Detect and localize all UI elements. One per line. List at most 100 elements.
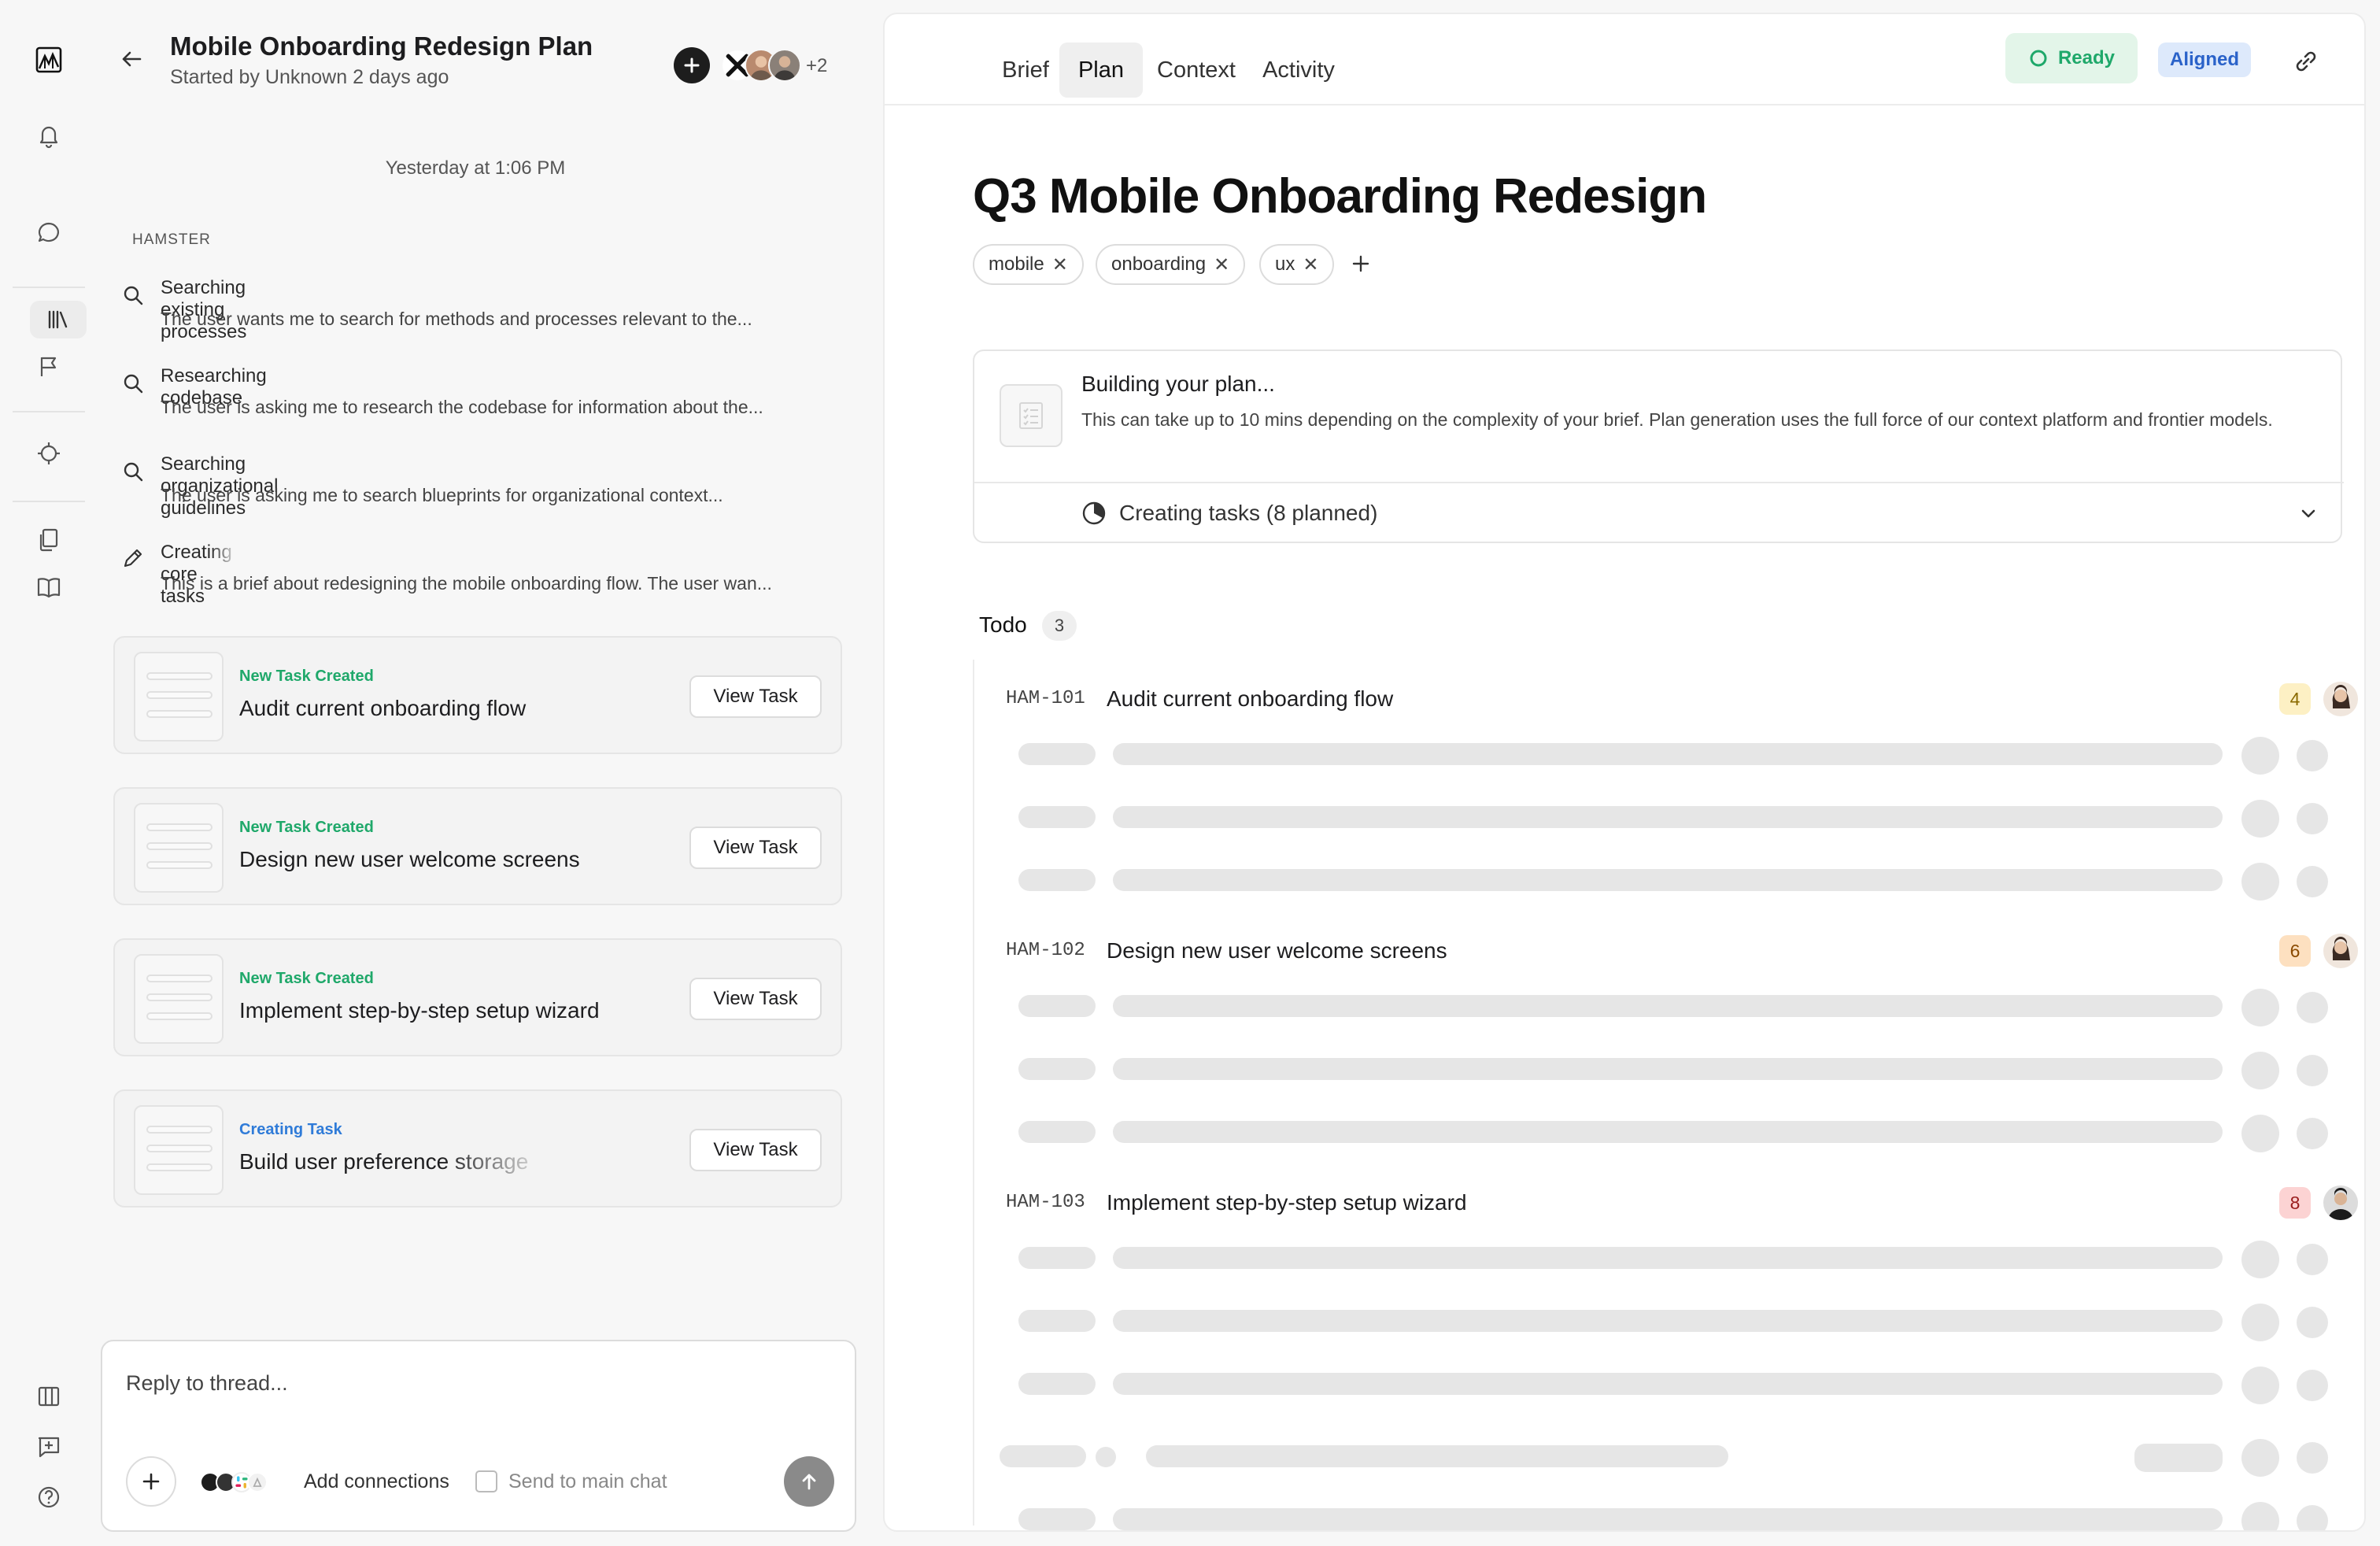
chevron-down-icon[interactable]: [2297, 502, 2320, 526]
remove-tag-icon[interactable]: ✕: [1303, 253, 1318, 276]
skeleton-line: [1113, 1058, 2223, 1080]
link-icon[interactable]: [2289, 44, 2323, 79]
task-row[interactable]: HAM-101 Audit current onboarding flow 4: [973, 660, 2358, 912]
view-task-button[interactable]: View Task: [689, 675, 822, 718]
task-thumbnail: [134, 1105, 224, 1195]
documents-icon[interactable]: [30, 521, 68, 559]
feedback-icon[interactable]: [30, 1428, 68, 1466]
skeleton-circle: [2241, 1367, 2279, 1404]
status-badge-ready[interactable]: Ready: [2005, 33, 2138, 83]
tag-chip[interactable]: onboarding ✕: [1096, 244, 1246, 285]
participants-stack[interactable]: [721, 47, 808, 83]
skeleton-circle: [2297, 1244, 2328, 1275]
skeleton-line: [1113, 1121, 2223, 1143]
skeleton-circle: [1096, 1447, 1116, 1467]
tab-activity[interactable]: Activity: [1250, 43, 1347, 98]
participants-more-count: +2: [806, 55, 828, 76]
drive-icon: [247, 1472, 268, 1492]
view-task-button[interactable]: View Task: [689, 1129, 822, 1171]
tag-label: mobile: [989, 253, 1044, 275]
step-description: The user is asking me to search blueprin…: [161, 485, 723, 505]
connection-icons[interactable]: [200, 1470, 294, 1494]
columns-icon[interactable]: [30, 1378, 68, 1415]
skeleton-circle: [2241, 737, 2279, 775]
tag-chip[interactable]: mobile ✕: [973, 244, 1084, 285]
skeleton-line: [1018, 743, 1096, 765]
add-connections-label[interactable]: Add connections: [304, 1470, 449, 1493]
task-thumbnail: [134, 652, 224, 742]
task-title: Build user preference storage: [239, 1149, 529, 1174]
tab-context[interactable]: Context: [1149, 43, 1244, 98]
skeleton-circle: [2241, 1052, 2279, 1089]
progress-pie-icon: [1081, 501, 1107, 526]
skeleton-circle: [2297, 1055, 2328, 1086]
task-status: New Task Created: [239, 668, 374, 685]
add-attachment-button[interactable]: [126, 1456, 176, 1507]
tag-chip[interactable]: ux ✕: [1259, 244, 1335, 285]
status-badge-aligned[interactable]: Aligned: [2158, 43, 2251, 77]
left-rail: [0, 0, 98, 1546]
task-row[interactable]: HAM-102 Design new user welcome screens …: [973, 912, 2358, 1163]
todo-count: 3: [1042, 611, 1077, 641]
task-thumbnail: [134, 954, 224, 1044]
skeleton-line: [1018, 1121, 1096, 1143]
remove-tag-icon[interactable]: ✕: [1052, 253, 1068, 276]
task-status: New Task Created: [239, 819, 374, 836]
flag-icon[interactable]: [30, 348, 68, 386]
skeleton-circle: [2241, 1115, 2279, 1152]
skeleton-line: [1018, 1508, 1096, 1530]
agent-label: HAMSTER: [132, 231, 211, 248]
bell-icon[interactable]: [30, 117, 68, 154]
back-arrow-icon[interactable]: [118, 46, 145, 72]
assignee-avatar[interactable]: [2323, 934, 2358, 968]
help-icon[interactable]: [30, 1478, 68, 1516]
priority-badge: 4: [2279, 683, 2311, 715]
skeleton-line: [1018, 995, 1096, 1017]
task-title: Design new user welcome screens: [239, 847, 580, 871]
thread-panel: Mobile Onboarding Redesign Plan Started …: [98, 0, 881, 1546]
skeleton-circle: [2241, 1502, 2279, 1530]
book-icon[interactable]: [30, 568, 68, 606]
skeleton-circle: [2241, 800, 2279, 838]
tag-label: onboarding: [1111, 253, 1207, 275]
reply-input[interactable]: Reply to thread...: [126, 1371, 288, 1396]
send-button[interactable]: [784, 1456, 834, 1507]
search-icon: [121, 460, 145, 483]
tab-brief[interactable]: Brief: [990, 43, 1061, 98]
view-task-button[interactable]: View Task: [689, 827, 822, 869]
checklist-icon: [1000, 384, 1062, 447]
skeleton-line: [1018, 869, 1096, 891]
skeleton-line: [2134, 1444, 2223, 1472]
crosshair-icon[interactable]: [30, 435, 68, 472]
add-tag-icon[interactable]: [1349, 252, 1373, 276]
skeleton-circle: [2241, 863, 2279, 901]
task-status: Creating Task: [239, 1121, 342, 1138]
search-icon: [121, 283, 145, 307]
view-task-button[interactable]: View Task: [689, 978, 822, 1020]
task-row[interactable]: HAM-103 Implement step-by-step setup wiz…: [973, 1163, 2358, 1415]
progress-label: Creating tasks (8 planned): [1119, 501, 1378, 525]
app-logo-icon[interactable]: [30, 41, 68, 79]
skeleton-circle: [2297, 1307, 2328, 1338]
skeleton-line: [1113, 743, 2223, 765]
skeleton-circle: [2297, 1505, 2328, 1530]
chat-bubble-icon[interactable]: [30, 214, 68, 252]
assignee-avatar[interactable]: [2323, 682, 2358, 716]
send-to-main-label: Send to main chat: [508, 1470, 667, 1492]
thread-subtitle: Started by Unknown 2 days ago: [170, 66, 449, 88]
avatar: [768, 49, 801, 82]
send-to-main-checkbox[interactable]: [475, 1470, 497, 1492]
tab-plan[interactable]: Plan: [1059, 43, 1143, 98]
task-card: New Task Created Audit current onboardin…: [113, 636, 842, 754]
skeleton-line: [1018, 1310, 1096, 1332]
skeleton-line: [1018, 1058, 1096, 1080]
plan-title: Q3 Mobile Onboarding Redesign: [973, 169, 1707, 224]
add-participant-button[interactable]: [674, 47, 710, 83]
search-icon: [121, 372, 145, 395]
skeleton-line: [1113, 1247, 2223, 1269]
task-id: HAM-103: [1006, 1192, 1085, 1213]
library-icon[interactable]: [30, 301, 87, 338]
remove-tag-icon[interactable]: ✕: [1214, 253, 1229, 276]
assignee-avatar[interactable]: [2323, 1185, 2358, 1220]
task-card: Creating Task Build user preference stor…: [113, 1089, 842, 1208]
